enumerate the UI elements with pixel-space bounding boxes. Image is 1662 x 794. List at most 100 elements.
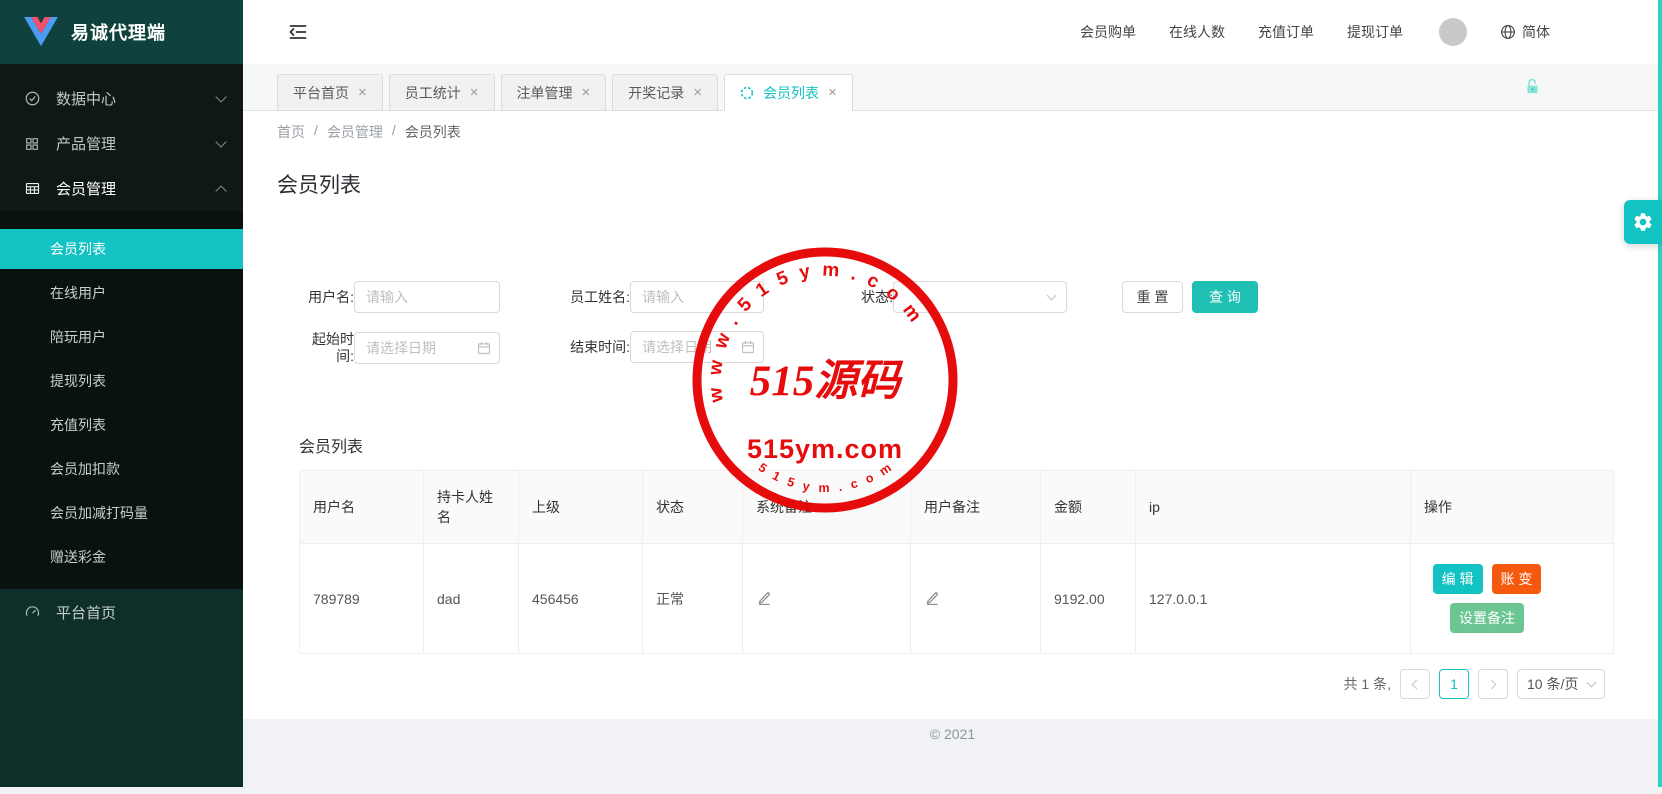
close-icon[interactable]: ×: [828, 85, 837, 100]
sidebar-item-product-management[interactable]: 产品管理: [0, 121, 243, 166]
table-icon: [24, 180, 44, 197]
col-cardholder: 持卡人姓名: [424, 471, 519, 544]
sidebar-item-member-management[interactable]: 会员管理: [0, 166, 243, 211]
tab-staff-stats[interactable]: 员工统计 ×: [389, 74, 495, 111]
tab-label: 注单管理: [517, 83, 573, 103]
settings-drawer-edge: [1658, 0, 1662, 787]
refresh-icon[interactable]: [740, 86, 754, 100]
page-content: 首页 / 会员管理 / 会员列表 会员列表 用户名: 员工姓名: 状态: 重 置: [243, 111, 1662, 719]
prev-page-button[interactable]: [1400, 669, 1430, 699]
tab-draw-records[interactable]: 开奖记录 ×: [612, 74, 718, 111]
query-button[interactable]: 查 询: [1192, 281, 1258, 313]
page-size-value: 10 条/页: [1527, 674, 1578, 694]
sidebar-item-recharge-list[interactable]: 充值列表: [0, 405, 243, 445]
sidebar-item-label: 会员管理: [56, 178, 217, 199]
balance-change-button[interactable]: 账 变: [1492, 564, 1542, 594]
reset-button[interactable]: 重 置: [1122, 281, 1183, 313]
status-filter-group: 状态:: [843, 281, 1067, 313]
cell-system-note: [743, 544, 911, 654]
cell-ip: 127.0.0.1: [1136, 544, 1411, 654]
breadcrumb-current: 会员列表: [405, 122, 461, 142]
row-actions: 编 辑 账 变 设置备注: [1429, 564, 1545, 633]
language-label: 简体: [1522, 22, 1550, 42]
copyright-text: © 2021: [930, 726, 975, 742]
tab-bar: 平台首页 × 员工统计 × 注单管理 × 开奖记录 × 会员列表 ×: [243, 64, 1662, 111]
language-switcher[interactable]: 简体: [1500, 22, 1550, 42]
breadcrumb: 首页 / 会员管理 / 会员列表: [277, 122, 1613, 142]
breadcrumb-member-management[interactable]: 会员管理: [327, 122, 383, 142]
topbar-links: 会员购单 在线人数 充值订单 提现订单 简体: [1080, 18, 1550, 46]
sidebar-item-companion-users[interactable]: 陪玩用户: [0, 317, 243, 357]
topbar-link-member-orders[interactable]: 会员购单: [1080, 22, 1136, 42]
sidebar-item-gift-bonus[interactable]: 赠送彩金: [0, 537, 243, 577]
topbar-link-recharge-orders[interactable]: 充值订单: [1258, 22, 1314, 42]
unlock-icon[interactable]: [1523, 77, 1542, 99]
end-time-label: 结束时间:: [558, 339, 630, 356]
chevron-down-icon: [1047, 291, 1057, 301]
menu-fold-icon[interactable]: [288, 22, 308, 42]
staff-name-filter-group: 员工姓名:: [558, 281, 764, 313]
cell-user-note: [911, 544, 1041, 654]
sidebar-item-member-wager-adjust[interactable]: 会员加减打码量: [0, 493, 243, 533]
set-note-button[interactable]: 设置备注: [1450, 603, 1524, 633]
end-time-filter-group: 结束时间:: [558, 331, 764, 363]
member-list-admin-page: { "app": { "title": "易诚代理端" }, "topbar":…: [0, 0, 1662, 787]
tab-label: 会员列表: [763, 83, 819, 103]
chevron-up-icon: [215, 185, 226, 196]
edit-note-icon[interactable]: [924, 589, 940, 605]
pagination-total: 共 1 条,: [1344, 674, 1391, 694]
sidebar-item-data-center[interactable]: 数据中心: [0, 76, 243, 121]
tab-member-list[interactable]: 会员列表 ×: [724, 74, 853, 111]
sidebar-item-label: 平台首页: [56, 602, 225, 623]
breadcrumb-home[interactable]: 首页: [277, 122, 305, 142]
table-header-row: 用户名 持卡人姓名 上级 状态 系统备注 用户备注 金额 ip 操作: [300, 471, 1614, 544]
cell-amount: 9192.00: [1041, 544, 1136, 654]
sidebar-item-withdraw-list[interactable]: 提现列表: [0, 361, 243, 401]
close-icon[interactable]: ×: [358, 85, 367, 100]
col-amount: 金额: [1041, 471, 1136, 544]
sidebar-item-member-list[interactable]: 会员列表: [0, 229, 243, 269]
tab-platform-home[interactable]: 平台首页 ×: [277, 74, 383, 111]
user-avatar[interactable]: [1439, 18, 1467, 46]
chevron-down-icon: [215, 91, 226, 102]
page-number-button[interactable]: 1: [1439, 669, 1469, 699]
col-parent: 上级: [519, 471, 643, 544]
topbar-link-withdraw-orders[interactable]: 提现订单: [1347, 22, 1403, 42]
sidebar-item-member-adjust[interactable]: 会员加扣款: [0, 449, 243, 489]
sidebar-item-label: 产品管理: [56, 133, 217, 154]
sidebar-menu: 数据中心 产品管理 会员管理: [0, 64, 243, 211]
start-time-filter-group: 起始时间:: [299, 331, 500, 365]
col-actions: 操作: [1411, 471, 1614, 544]
tab-bet-management[interactable]: 注单管理 ×: [501, 74, 607, 111]
cell-status: 正常: [643, 544, 743, 654]
cell-parent: 456456: [519, 544, 643, 654]
close-icon[interactable]: ×: [693, 85, 702, 100]
chevron-right-icon: [1487, 679, 1497, 689]
tab-label: 开奖记录: [628, 83, 684, 103]
staff-name-label: 员工姓名:: [558, 289, 630, 306]
staff-name-input[interactable]: [630, 281, 764, 313]
username-input[interactable]: [354, 281, 500, 313]
tab-label: 员工统计: [405, 83, 461, 103]
topbar-link-online-count[interactable]: 在线人数: [1169, 22, 1225, 42]
start-time-label: 起始时间:: [299, 331, 354, 365]
sidebar-item-platform-home[interactable]: 平台首页: [0, 590, 243, 635]
col-user-note: 用户备注: [911, 471, 1041, 544]
pagination: 共 1 条, 1 10 条/页: [277, 669, 1605, 699]
gear-icon: [1632, 211, 1654, 233]
page-size-select[interactable]: 10 条/页: [1517, 669, 1605, 699]
sidebar: 易诚代理端 数据中心 产品管理: [0, 0, 243, 787]
sidebar-item-online-users[interactable]: 在线用户: [0, 273, 243, 313]
close-icon[interactable]: ×: [582, 85, 591, 100]
edit-button[interactable]: 编 辑: [1433, 564, 1483, 594]
close-icon[interactable]: ×: [470, 85, 479, 100]
next-page-button[interactable]: [1478, 669, 1508, 699]
edit-note-icon[interactable]: [756, 589, 772, 605]
globe-icon: [1500, 24, 1516, 40]
status-select[interactable]: [893, 281, 1067, 313]
status-label: 状态:: [843, 289, 893, 306]
calendar-icon: [741, 340, 755, 354]
settings-gear-button[interactable]: [1624, 200, 1662, 244]
page-footer: © 2021: [243, 719, 1662, 794]
col-ip: ip: [1136, 471, 1411, 544]
